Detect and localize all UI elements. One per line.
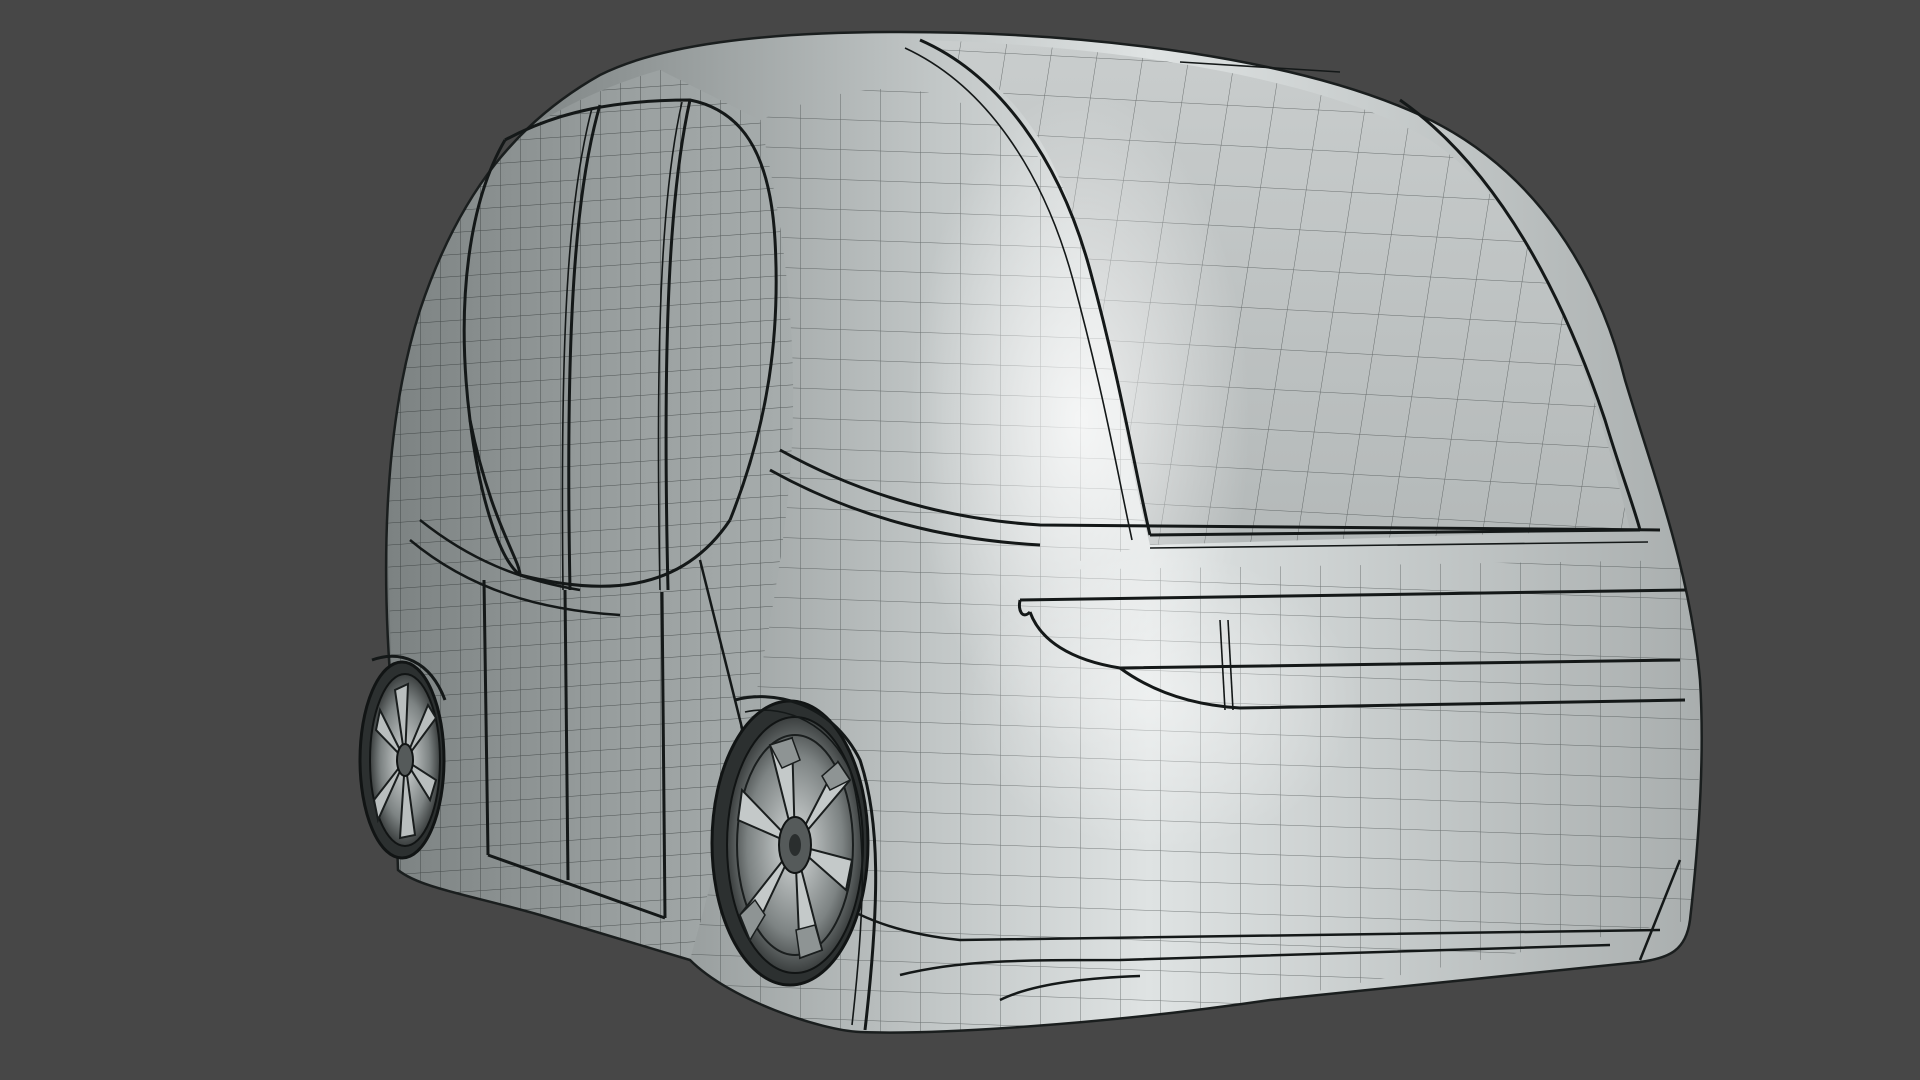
front-wheel: [358, 660, 446, 860]
scene-canvas[interactable]: [0, 0, 1920, 1080]
3d-viewport[interactable]: [0, 0, 1920, 1080]
rear-wheel: [710, 699, 870, 987]
